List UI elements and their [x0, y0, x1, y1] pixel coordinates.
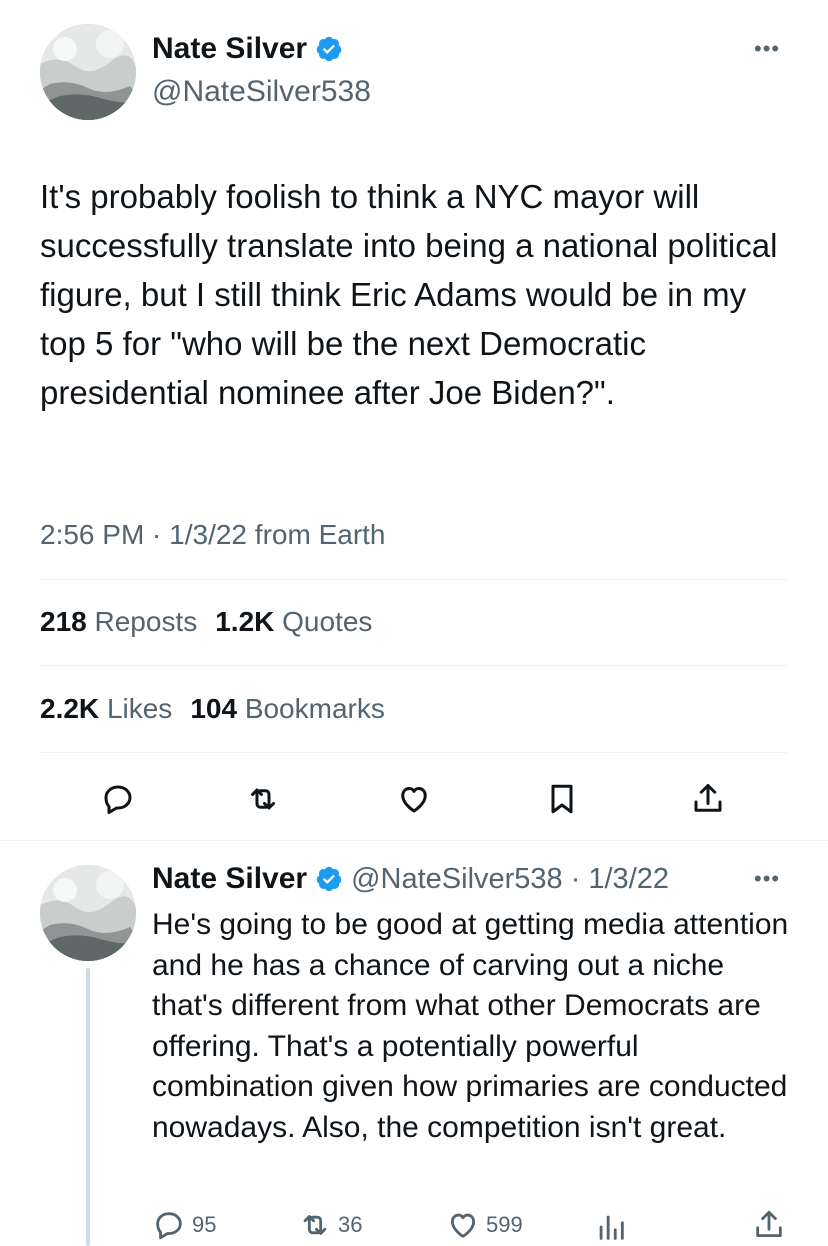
more-options-icon[interactable]: ••• [754, 866, 780, 892]
repost-icon[interactable] [245, 781, 281, 817]
quotes-stat[interactable]: 1.2K Quotes [215, 606, 372, 638]
reply-author-name[interactable]: Nate Silver [152, 862, 307, 896]
analytics-icon[interactable] [594, 1210, 628, 1244]
reply-author-handle[interactable]: @NateSilver538 [351, 863, 563, 896]
share-icon[interactable] [690, 781, 726, 817]
share-icon[interactable] [752, 1208, 786, 1242]
thread-line [86, 968, 90, 1246]
tweet-timestamp[interactable]: 2:56 PM · 1/3/22 from Earth [40, 519, 386, 551]
repost-count: 36 [338, 1212, 363, 1237]
reply-text: He's going to be good at getting media a… [152, 908, 797, 1144]
divider [40, 665, 788, 666]
verified-badge-icon [316, 866, 342, 892]
avatar[interactable] [40, 24, 136, 120]
reply-date[interactable]: 1/3/22 [588, 863, 669, 896]
more-options-icon[interactable]: ••• [754, 36, 780, 62]
like-count: 599 [486, 1212, 523, 1237]
bookmarks-stat[interactable]: 104 Bookmarks [190, 693, 385, 725]
reply-avatar[interactable] [40, 865, 136, 961]
tweet-text: It's probably foolish to think a NYC may… [40, 178, 787, 411]
reply-repost-action[interactable]: 36 [298, 1208, 362, 1242]
divider [40, 579, 788, 580]
bookmark-icon[interactable] [544, 781, 580, 817]
reply-reply-action[interactable]: 95 [152, 1208, 216, 1242]
reposts-stat[interactable]: 218 Reposts [40, 606, 197, 638]
author-name[interactable]: Nate Silver [152, 32, 307, 66]
repost-icon [303, 1215, 327, 1235]
likes-stat[interactable]: 2.2K Likes [40, 693, 172, 725]
like-icon [450, 1213, 476, 1238]
like-icon[interactable] [396, 781, 432, 817]
divider [40, 752, 788, 753]
reply-icon[interactable] [100, 781, 136, 817]
reply-count: 95 [192, 1212, 217, 1237]
divider [0, 840, 828, 841]
reply-icon [156, 1212, 182, 1240]
author-handle[interactable]: @NateSilver538 [152, 75, 371, 109]
separator-dot: · [570, 862, 581, 895]
reply-like-action[interactable]: 599 [446, 1208, 523, 1242]
verified-badge-icon [316, 36, 342, 62]
